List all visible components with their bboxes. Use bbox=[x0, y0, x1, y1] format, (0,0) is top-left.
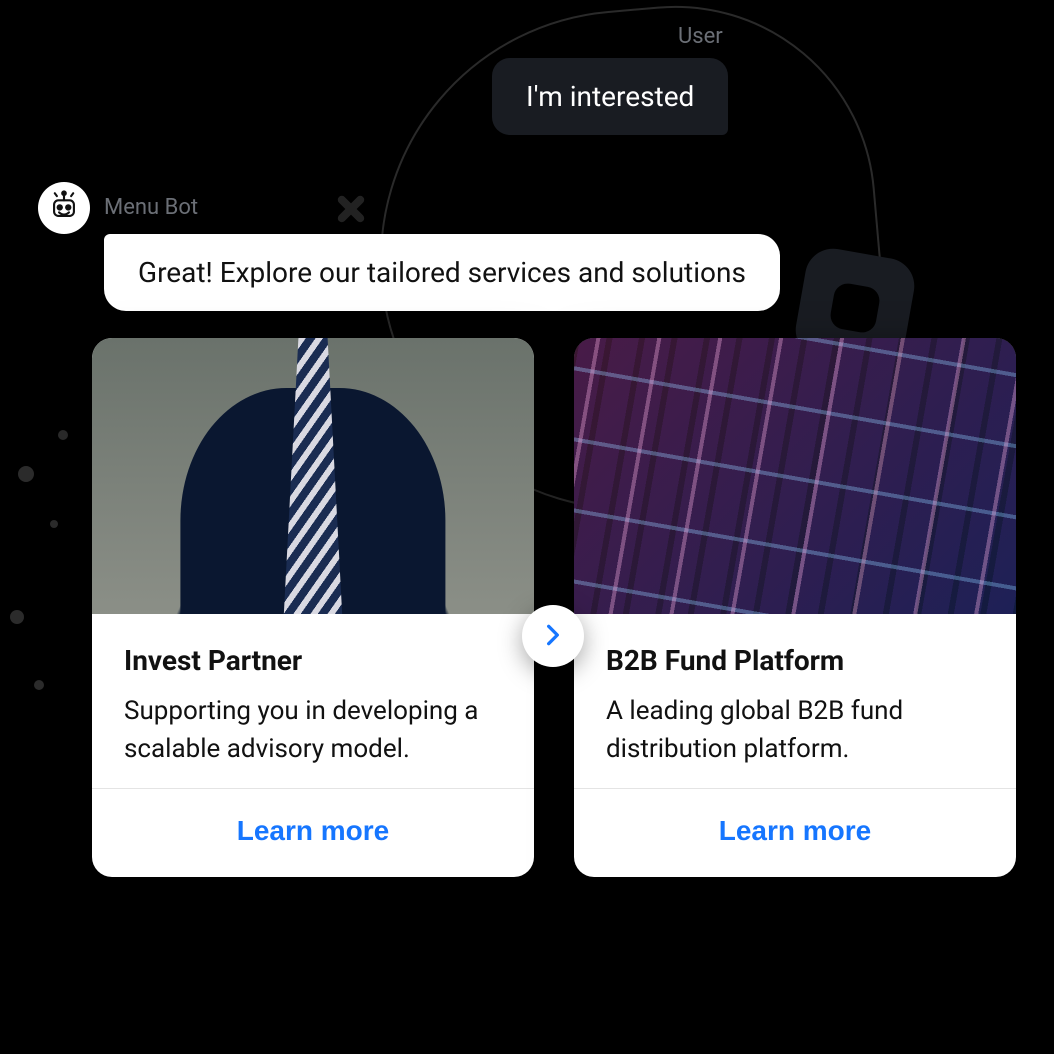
card-description: Supporting you in developing a scalable … bbox=[124, 693, 502, 768]
card-body: B2B Fund Platform A leading global B2B f… bbox=[574, 614, 1016, 788]
user-label: User bbox=[678, 24, 723, 49]
bot-avatar bbox=[38, 182, 90, 234]
card-b2b-fund-platform[interactable]: B2B Fund Platform A leading global B2B f… bbox=[574, 338, 1016, 877]
chevron-right-icon bbox=[540, 622, 566, 651]
card-footer: Learn more bbox=[574, 788, 1016, 877]
card-footer: Learn more bbox=[92, 788, 534, 877]
card-image bbox=[92, 338, 534, 614]
card-title: Invest Partner bbox=[124, 644, 502, 677]
card-body: Invest Partner Supporting you in develop… bbox=[92, 614, 534, 788]
card-title: B2B Fund Platform bbox=[606, 644, 984, 677]
bot-message-bubble: Great! Explore our tailored services and… bbox=[104, 234, 780, 311]
user-message-bubble: I'm interested bbox=[492, 58, 728, 135]
learn-more-button[interactable]: Learn more bbox=[237, 815, 390, 847]
card-image bbox=[574, 338, 1016, 614]
decorative-x-icon bbox=[335, 194, 365, 224]
carousel-next-button[interactable] bbox=[522, 605, 584, 667]
decorative-dots bbox=[10, 430, 80, 710]
bot-name-label: Menu Bot bbox=[104, 195, 198, 220]
card-description: A leading global B2B fund distribution p… bbox=[606, 693, 984, 768]
robot-icon bbox=[47, 189, 81, 227]
card-invest-partner[interactable]: Invest Partner Supporting you in develop… bbox=[92, 338, 534, 877]
learn-more-button[interactable]: Learn more bbox=[719, 815, 872, 847]
